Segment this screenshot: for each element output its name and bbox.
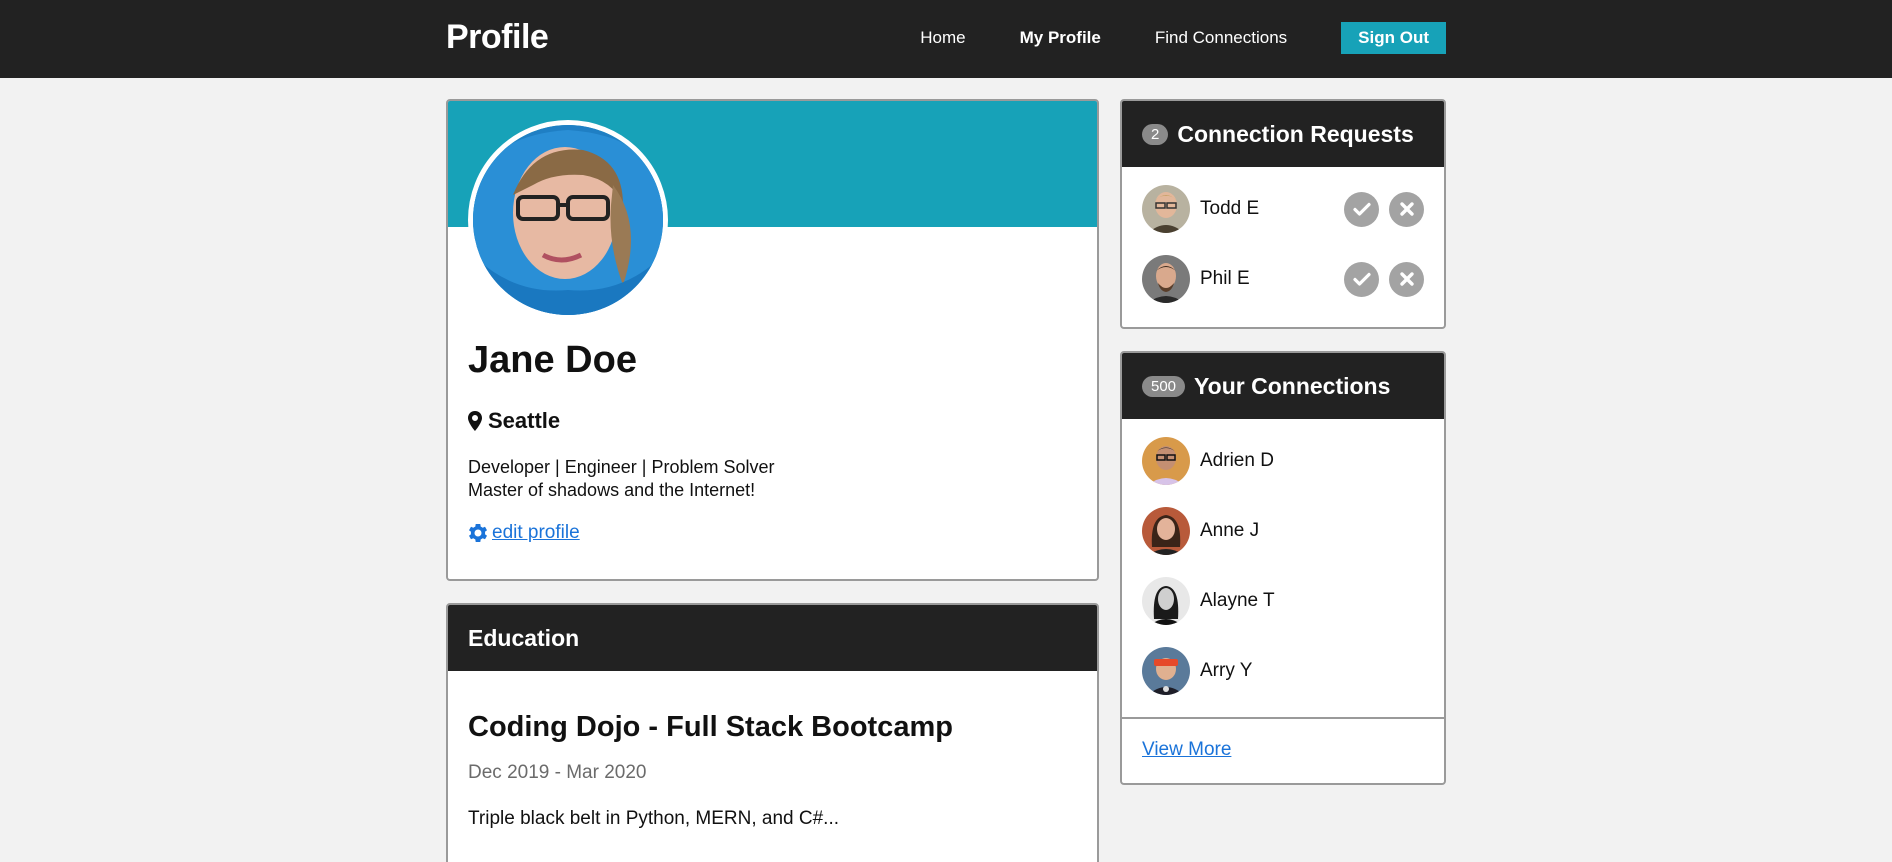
close-icon	[1399, 202, 1414, 216]
education-heading: Education	[448, 605, 1097, 671]
connection-name[interactable]: Alayne T	[1200, 590, 1424, 612]
profile-avatar	[468, 120, 668, 320]
connection-name[interactable]: Adrien D	[1200, 450, 1424, 472]
sign-out-button[interactable]: Sign Out	[1341, 22, 1446, 54]
connection-requests-header: 2 Connection Requests	[1122, 101, 1444, 167]
main-nav: Home My Profile Find Connections Sign Ou…	[866, 22, 1446, 54]
check-icon	[1352, 202, 1371, 216]
connection-item[interactable]: Adrien D	[1142, 437, 1424, 485]
request-item: Todd E	[1142, 185, 1424, 233]
edit-profile-link[interactable]: edit profile	[468, 522, 1077, 544]
nav-my-profile-link[interactable]: My Profile	[1020, 28, 1101, 48]
avatar	[1142, 507, 1190, 555]
avatar[interactable]	[1142, 255, 1190, 303]
location-label: Seattle	[488, 408, 561, 433]
bio-line-2: Master of shadows and the Internet!	[468, 480, 756, 500]
nav-find-connections-link[interactable]: Find Connections	[1155, 28, 1287, 48]
decline-button[interactable]	[1389, 191, 1424, 227]
profile-name: Jane Doe	[468, 339, 637, 381]
map-marker-icon	[468, 411, 482, 431]
connections-count-badge: 500	[1142, 375, 1186, 397]
decline-button[interactable]	[1389, 261, 1424, 297]
accept-button[interactable]	[1344, 261, 1379, 297]
avatar	[1142, 647, 1190, 695]
check-icon	[1352, 272, 1371, 286]
accept-button[interactable]	[1344, 191, 1379, 227]
avatar	[1142, 437, 1190, 485]
avatar[interactable]	[1142, 185, 1190, 233]
profile-location: Seattle	[468, 408, 1077, 434]
education-card: Education Coding Dojo - Full Stack Bootc…	[446, 603, 1099, 862]
gear-icon	[469, 524, 487, 542]
connections-header: 500 Your Connections	[1122, 353, 1444, 419]
connections-card: 500 Your Connections Adrien D Anne J Ala…	[1120, 351, 1446, 785]
education-description: Triple black belt in Python, MERN, and C…	[468, 808, 840, 829]
profile-card: Jane Doe Seattle Developer | Engineer | …	[446, 99, 1099, 581]
top-navbar: Profile Home My Profile Find Connections…	[0, 0, 1892, 78]
connection-requests-card: 2 Connection Requests Todd E Phil E	[1120, 99, 1446, 329]
connections-title: Your Connections	[1194, 372, 1391, 399]
close-icon	[1399, 272, 1414, 286]
education-dates: Dec 2019 - Mar 2020	[468, 762, 647, 783]
requests-count-badge: 2	[1142, 123, 1169, 145]
connection-requests-title: Connection Requests	[1177, 120, 1414, 147]
nav-home-link[interactable]: Home	[920, 28, 965, 48]
request-name[interactable]: Phil E	[1200, 268, 1334, 290]
brand-title: Profile	[446, 18, 549, 56]
connection-name[interactable]: Anne J	[1200, 520, 1424, 542]
connection-item[interactable]: Arry Y	[1142, 647, 1424, 695]
connection-item[interactable]: Anne J	[1142, 507, 1424, 555]
connection-item[interactable]: Alayne T	[1142, 577, 1424, 625]
edit-profile-label: edit profile	[492, 522, 580, 543]
bio-line-1: Developer | Engineer | Problem Solver	[468, 457, 775, 477]
view-more-link[interactable]: View More	[1142, 739, 1231, 760]
profile-bio: Developer | Engineer | Problem Solver Ma…	[468, 456, 1077, 502]
connection-name[interactable]: Arry Y	[1200, 660, 1424, 682]
education-school: Coding Dojo - Full Stack Bootcamp	[468, 711, 953, 743]
request-item: Phil E	[1142, 255, 1424, 303]
request-name[interactable]: Todd E	[1200, 198, 1334, 220]
avatar	[1142, 577, 1190, 625]
